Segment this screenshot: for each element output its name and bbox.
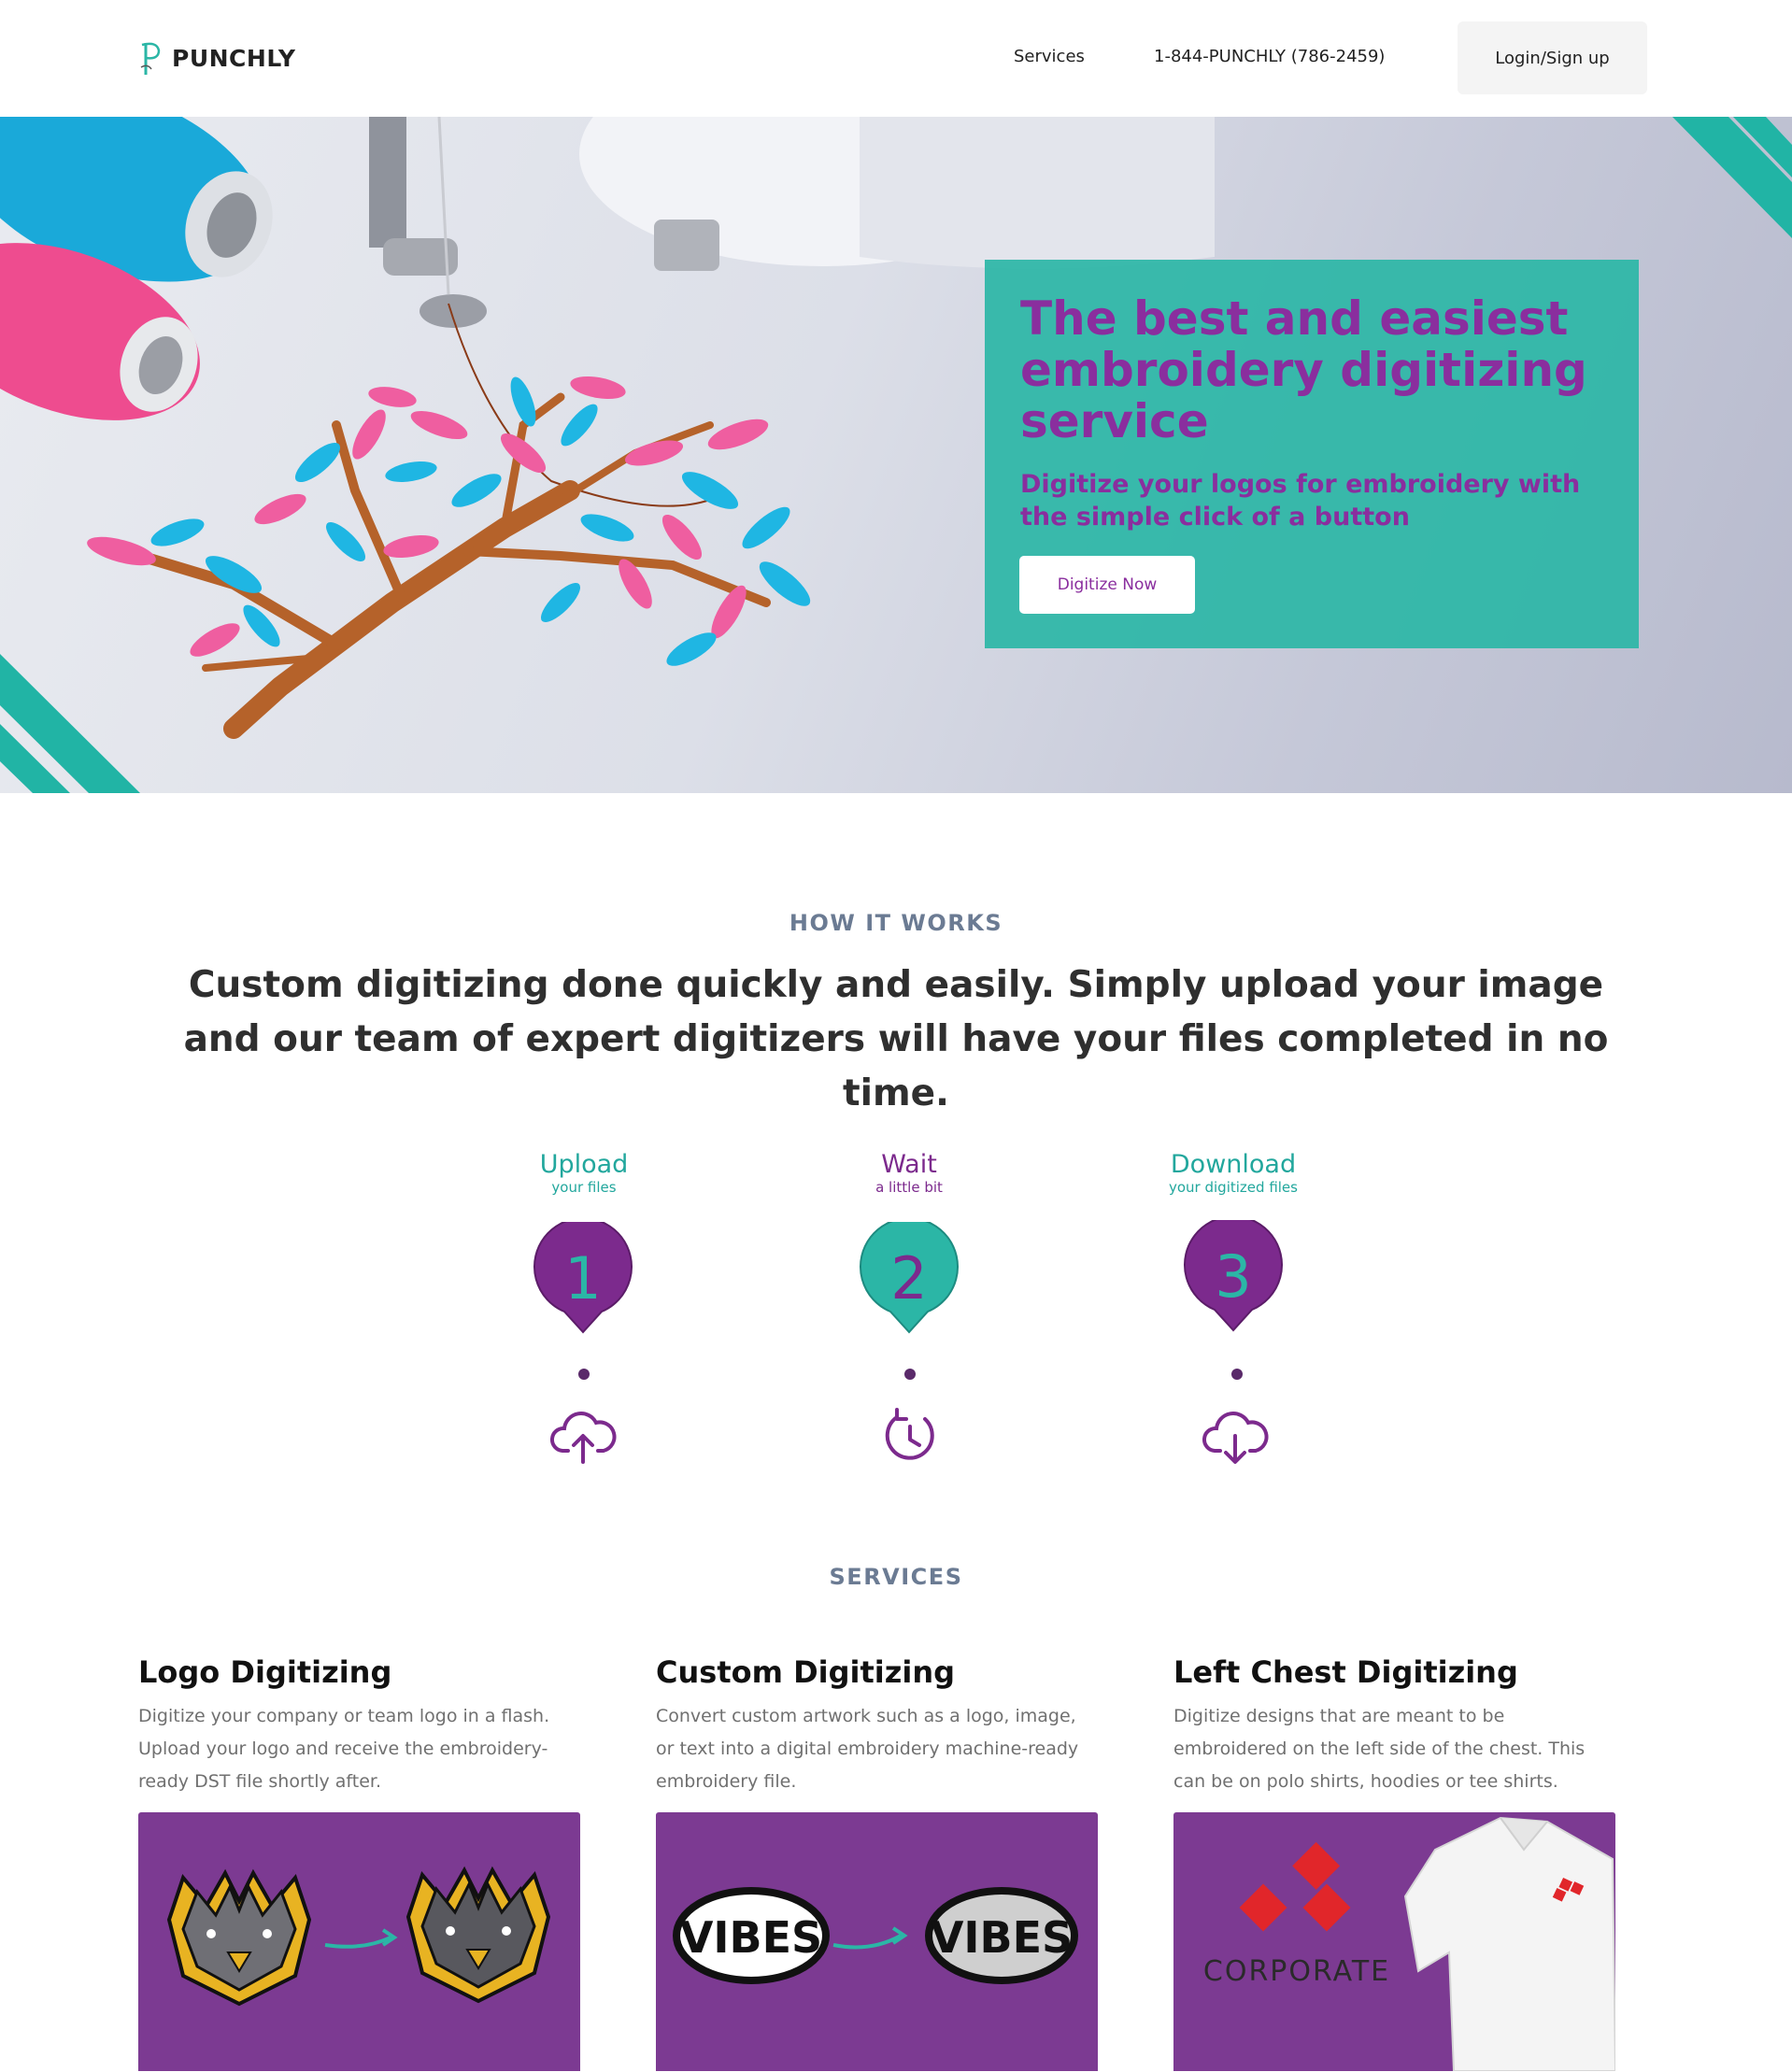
corporate-polo-icon: CORPORATE [1203,1816,1615,2071]
step-subtitle: your digitized files [1169,1179,1298,1196]
brand-logo[interactable]: PUNCHLY [138,39,295,77]
nav-services-link[interactable]: Services [1014,47,1085,66]
hero-subtitle: Digitize your logos for embroidery with … [1020,470,1581,532]
service-description: Digitize your company or team logo in a … [138,1706,550,1792]
step-title: Wait [881,1150,937,1179]
service-description: Digitize designs that are meant to be em… [1173,1706,1586,1792]
digitize-now-button[interactable]: Digitize Now [1019,556,1195,614]
service-left-chest-digitizing[interactable]: Left Chest Digitizing Digitize designs t… [1173,1652,1617,1798]
cloud-download-icon [1202,1412,1269,1464]
hero-card: The best and easiest embroidery digitizi… [985,260,1639,648]
service-title: Custom Digitizing [656,1654,956,1690]
logo-digitizing-sample-image [138,1812,580,2071]
service-custom-digitizing[interactable]: Custom Digitizing Convert custom artwork… [656,1652,1100,1798]
service-title: Logo Digitizing [138,1654,392,1690]
login-signup-button[interactable]: Login/Sign up [1458,21,1647,94]
step-number: 1 [564,1244,601,1313]
step-subtitle: your files [551,1179,617,1196]
step-upload: Upload your files [509,1150,659,1197]
nav-phone-link[interactable]: 1-844-PUNCHLY (786-2459) [1154,47,1385,66]
custom-digitizing-sample-image: VIBES VIBES [656,1812,1098,2071]
step-download: Download your digitized files [1159,1150,1308,1197]
vibes-text: VIBES [680,1912,822,1963]
services-label: SERVICES [829,1564,963,1590]
vibes-text-digitized: VIBES [931,1912,1073,1963]
site-header: PUNCHLY Services 1-844-PUNCHLY (786-2459… [0,0,1792,117]
brand-name: PUNCHLY [172,44,296,72]
step-1-pin-icon: 1 [533,1222,633,1334]
service-title: Left Chest Digitizing [1173,1654,1518,1690]
step-dot [1231,1369,1243,1380]
logo-mark-icon [140,42,161,75]
clock-icon [885,1408,934,1460]
how-it-works-label: HOW IT WORKS [789,910,1003,936]
left-chest-digitizing-sample-image: CORPORATE [1173,1812,1615,2071]
step-title: Download [1170,1150,1297,1179]
wolf-logo-before-after-icon [166,1866,551,2007]
hero-title: The best and easiest embroidery digitizi… [1020,291,1587,448]
vibes-before-after-icon: VIBES VIBES [673,1887,1078,1984]
step-wait: Wait a little bit [834,1150,984,1197]
step-dot [904,1369,916,1380]
how-it-works-heading: Custom digitizing done quickly and easil… [183,964,1609,1114]
step-subtitle: a little bit [875,1179,943,1196]
corporate-text: CORPORATE [1203,1955,1390,1988]
cloud-upload-icon [550,1412,617,1464]
service-logo-digitizing[interactable]: Logo Digitizing Digitize your company or… [138,1652,582,1798]
hero-banner: The best and easiest embroidery digitizi… [0,117,1792,793]
step-number: 3 [1215,1242,1251,1311]
step-3-pin-icon: 3 [1184,1220,1283,1332]
service-description: Convert custom artwork such as a logo, i… [656,1706,1079,1792]
step-title: Upload [539,1150,629,1179]
step-2-pin-icon: 2 [860,1222,959,1334]
step-dot [578,1369,590,1380]
step-number: 2 [890,1244,927,1313]
